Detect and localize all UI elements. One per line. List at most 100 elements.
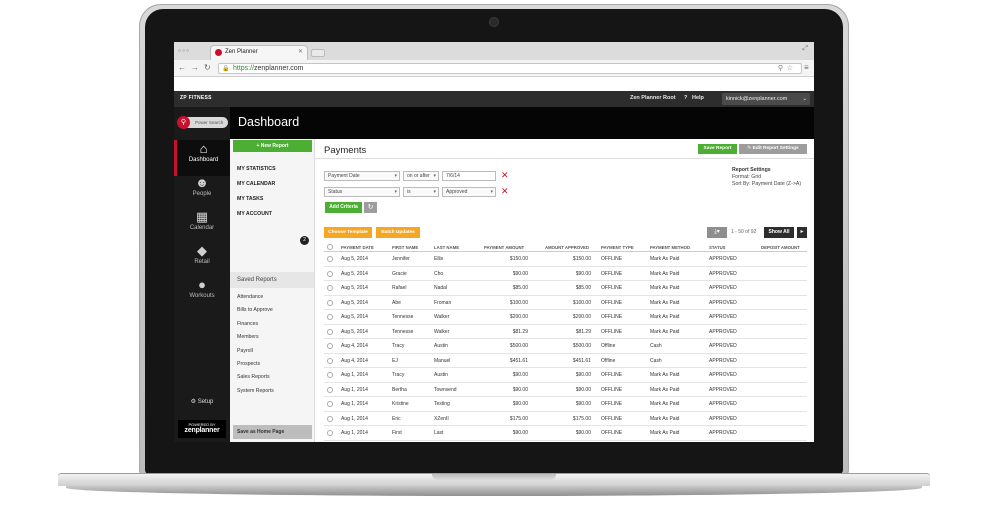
saved-report-prospects[interactable]: Prospects xyxy=(237,361,260,367)
remove-filter-2-icon[interactable]: ✕ xyxy=(501,187,509,196)
row-checkbox[interactable] xyxy=(327,285,333,291)
col-payment-type[interactable]: PAYMENT TYPE xyxy=(601,245,634,250)
save-home-page-button[interactable]: Save as Home Page xyxy=(233,425,312,439)
saved-report-payroll[interactable]: Payroll xyxy=(237,348,253,354)
row-checkbox[interactable] xyxy=(327,401,333,407)
refresh-icon[interactable]: ↻ xyxy=(364,202,377,213)
table-row[interactable]: Aug 1, 2014 Tracy Austin $90.00 $90.00 OFFLIN… xyxy=(324,368,807,383)
row-checkbox[interactable] xyxy=(327,357,333,364)
row-checkbox[interactable] xyxy=(327,314,333,320)
table-row[interactable]: Aug 4, 2014 EJ Manuel $451.61 $451.61 Offline… xyxy=(324,354,807,368)
table-cell: Eric xyxy=(392,415,401,422)
table-row[interactable]: Aug 1, 2014 First Last $90.00 $90.00 OFFLINE M… xyxy=(324,426,807,441)
row-checkbox[interactable] xyxy=(327,415,333,422)
zoom-icon[interactable]: ⚲ xyxy=(778,64,783,73)
table-row[interactable]: Aug 1, 2014 Eric XZenII $175.00 $175.00 OFFLI… xyxy=(324,412,807,426)
table-row[interactable]: Aug 5, 2014 Rafael Nadal $85.00 $85.00 OFFLIN… xyxy=(324,281,807,296)
forward-icon[interactable]: → xyxy=(191,63,199,72)
col-payment-method[interactable]: PAYMENT METHOD xyxy=(650,245,690,250)
table-cell: APPROVED xyxy=(709,285,737,291)
root-link[interactable]: Zen Planner Root xyxy=(630,95,676,101)
table-cell: EJ xyxy=(392,357,398,364)
table-row[interactable]: Aug 5, 2014 Gracie Cho $90.00 $90.00 OFFLINE M… xyxy=(324,267,807,281)
remove-filter-1-icon[interactable]: ✕ xyxy=(501,171,509,180)
help-link[interactable]: Help xyxy=(692,95,704,101)
batch-updates-button[interactable]: Batch Updates xyxy=(376,227,420,238)
nav-link-my-tasks[interactable]: MY TASKS xyxy=(237,196,263,202)
row-checkbox[interactable] xyxy=(327,386,333,393)
table-row[interactable]: Aug 1, 2014 Bertha Townsend $90.00 $90.00 OFF… xyxy=(324,383,807,397)
saved-report-members[interactable]: Members xyxy=(237,334,259,340)
filter-2-value-select[interactable]: Approved xyxy=(442,187,496,197)
row-checkbox[interactable] xyxy=(327,430,333,436)
filter-1-value-input[interactable]: 7/6/14 xyxy=(442,171,496,181)
filter-2-field-select[interactable]: Status xyxy=(324,187,400,197)
row-checkbox[interactable] xyxy=(327,372,333,378)
rail-item-workouts[interactable]: ● Workouts xyxy=(174,276,230,312)
row-checkbox[interactable] xyxy=(327,270,333,277)
add-criteria-button[interactable]: Add Criteria xyxy=(325,202,362,213)
row-checkbox[interactable] xyxy=(327,299,333,306)
rail-item-retail[interactable]: ◆ Retail xyxy=(174,242,230,278)
nav-link-my-account[interactable]: MY ACCOUNT xyxy=(237,211,272,217)
choose-template-button[interactable]: Choose Template xyxy=(324,227,372,238)
table-cell: Nadal xyxy=(434,285,448,291)
rail-item-label: Workouts xyxy=(189,293,215,299)
nav-link-my-statistics[interactable]: MY STATISTICS xyxy=(237,166,276,172)
saved-report-sales-reports[interactable]: Sales Reports xyxy=(237,374,270,380)
col-last-name[interactable]: LAST NAME xyxy=(434,245,459,250)
col-payment-amount[interactable]: PAYMENT AMOUNT xyxy=(484,245,524,250)
help-icon[interactable]: ? xyxy=(684,95,687,101)
table-cell: Aug 1, 2014 xyxy=(341,401,368,407)
table-cell: Ellis xyxy=(434,256,444,262)
filter-1-field-select[interactable]: Payment Date xyxy=(324,171,400,181)
col-amount-approved[interactable]: AMOUNT APPROVED xyxy=(545,245,589,250)
new-tab-button[interactable] xyxy=(311,49,325,57)
col-deposit-amount[interactable]: DEPOSIT AMOUNT xyxy=(761,245,800,250)
col-first-name[interactable]: FIRST NAME xyxy=(392,245,418,250)
show-all-button[interactable]: Show All xyxy=(764,227,794,238)
user-menu[interactable]: kinnick@zenplanner.com ⌄ xyxy=(722,93,810,105)
table-row[interactable]: Aug 5, 2014 Tennesse Walker $81.29 $81.29 OFF… xyxy=(324,325,807,339)
row-checkbox[interactable] xyxy=(327,343,333,349)
power-search[interactable]: ⚲ Power Search xyxy=(177,116,228,129)
rail-item-dashboard[interactable]: ⌂ Dashboard xyxy=(174,140,230,176)
rail-item-calendar[interactable]: ▦ Calendar xyxy=(174,208,230,244)
filter-1-operator-select[interactable]: on or after xyxy=(403,171,439,181)
url-bar[interactable]: 🔒 https://zenplanner.com ⚲ ☆ xyxy=(218,63,802,74)
col-payment-date[interactable]: PAYMENT DATE xyxy=(341,245,374,250)
browser-tab[interactable]: Zen Planner ✕ xyxy=(210,45,308,60)
bookmark-star-icon[interactable]: ☆ xyxy=(787,64,793,73)
rail-item-people[interactable]: ☻ People xyxy=(174,174,230,210)
select-all-checkbox[interactable] xyxy=(327,244,333,250)
table-row[interactable]: Aug 4, 2014 Tracy Austin $500.00 $500.00 Offl… xyxy=(324,339,807,354)
filter-2-operator-select[interactable]: is xyxy=(403,187,439,197)
edit-report-settings-button[interactable]: ✎ Edit Report Settings xyxy=(739,144,807,154)
next-page-icon[interactable]: ▸ xyxy=(797,227,807,238)
row-checkbox[interactable] xyxy=(327,256,333,262)
table-cell: OFFLINE xyxy=(601,270,623,277)
new-report-button[interactable]: + New Report xyxy=(233,140,312,152)
setup-link[interactable]: ⚙ Setup xyxy=(174,398,230,405)
table-row[interactable]: Aug 5, 2014 Jennifer Ellis $150.00 $150.00 OF… xyxy=(324,252,807,267)
saved-report-bills-to-approve[interactable]: Bills to Approve xyxy=(237,307,273,313)
fullscreen-icon[interactable]: ⤢ xyxy=(802,45,808,53)
saved-report-system-reports[interactable]: System Reports xyxy=(237,388,274,394)
col-status[interactable]: STATUS xyxy=(709,245,726,250)
setup-label: Setup xyxy=(197,399,214,405)
table-cell: Rafael xyxy=(392,285,407,291)
close-tab-icon[interactable]: ✕ xyxy=(298,46,303,59)
saved-report-finances[interactable]: Finances xyxy=(237,321,258,327)
saved-report-attendance[interactable]: Attendance xyxy=(237,294,263,300)
row-checkbox[interactable] xyxy=(327,328,333,335)
table-row[interactable]: Aug 5, 2014 Tennesse Walker $200.00 $200.00 O… xyxy=(324,310,807,325)
window-controls[interactable]: ○○○ xyxy=(178,48,190,54)
table-row[interactable]: Aug 5, 2014 Abe Froman $100.00 $100.00 OFFLIN… xyxy=(324,296,807,310)
back-icon[interactable]: ← xyxy=(178,63,186,72)
reload-icon[interactable]: ↻ xyxy=(204,63,211,72)
nav-link-my-calendar[interactable]: MY CALENDAR xyxy=(237,181,275,187)
menu-icon[interactable]: ≡ xyxy=(804,63,809,72)
download-icon[interactable]: ⤓▾ xyxy=(707,227,727,238)
table-row[interactable]: Aug 1, 2014 Kristine Testing $90.00 $90.00 OF… xyxy=(324,397,807,412)
save-report-button[interactable]: Save Report xyxy=(698,144,737,154)
